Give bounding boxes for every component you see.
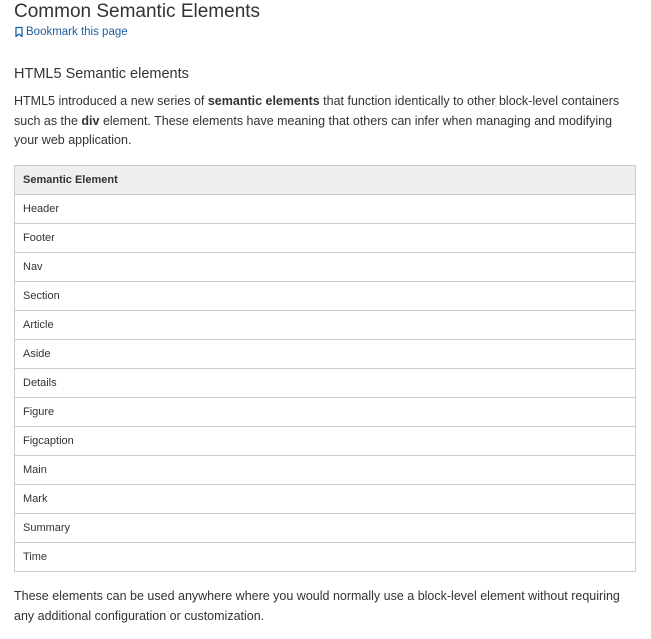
page-title: Common Semantic Elements: [14, 1, 261, 22]
table-cell: Details: [14, 368, 636, 398]
table-cell: Figure: [14, 397, 636, 427]
table-row: Figure: [14, 397, 636, 427]
table-row: Summary: [14, 513, 636, 543]
table-row: Mark: [14, 484, 636, 514]
table-cell: Header: [14, 194, 636, 224]
table-cell: Section: [14, 281, 636, 311]
intro-text-1: HTML5 introduced a new series of: [14, 94, 208, 108]
table-row: Details: [14, 368, 636, 398]
section-heading: HTML5 Semantic elements: [14, 66, 189, 82]
semantic-elements-table: Semantic Element Header Footer Nav Secti…: [14, 165, 636, 572]
table-row: Aside: [14, 339, 636, 369]
table-row: Nav: [14, 252, 636, 282]
table-row: Article: [14, 310, 636, 340]
intro-text-3: element. These elements have meaning tha…: [14, 113, 613, 148]
table-row: Time: [14, 542, 636, 572]
intro-bold-div: div: [81, 113, 100, 128]
intro-bold-semantic-elements: semantic elements: [207, 94, 320, 108]
table-row: Main: [14, 455, 636, 485]
table-cell: Main: [14, 455, 636, 485]
bookmark-icon: [14, 26, 24, 38]
bookmark-label: Bookmark this page: [26, 26, 128, 38]
table-cell: Time: [14, 542, 636, 572]
table-cell: Mark: [14, 484, 636, 514]
table-cell: Footer: [14, 223, 636, 253]
course-page: Common Semantic Elements Bookmark this p…: [0, 0, 651, 639]
table-row: Section: [14, 281, 636, 311]
table-cell: Summary: [14, 513, 636, 543]
table-header-cell: Semantic Element: [14, 165, 636, 195]
intro-paragraph: HTML5 introduced a new series of semanti…: [14, 92, 638, 151]
table-cell: Article: [14, 310, 636, 340]
table-cell: Nav: [14, 252, 636, 282]
table-header-row: Semantic Element: [14, 165, 636, 195]
outro-paragraph: These elements can be used anywhere wher…: [14, 589, 620, 623]
table-row: Header: [14, 194, 636, 224]
table-row: Footer: [14, 223, 636, 253]
table-cell: Figcaption: [14, 426, 636, 456]
table-row: Figcaption: [14, 426, 636, 456]
table-cell: Aside: [14, 339, 636, 369]
bookmark-link[interactable]: Bookmark this page: [14, 24, 128, 40]
